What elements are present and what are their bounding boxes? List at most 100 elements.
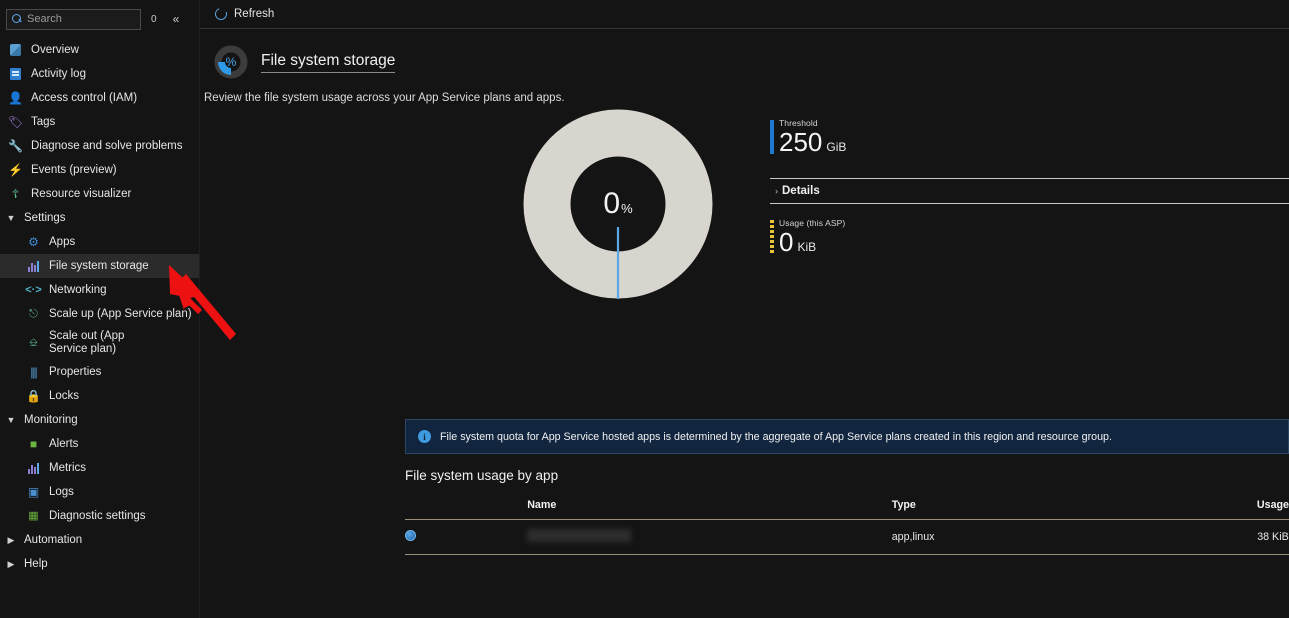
sidebar-item-label: Diagnostic settings [49,510,146,522]
sidebar-item-label: Resource visualizer [31,188,132,200]
chevron-right-icon: › [775,186,778,197]
sidebar-item-label: Diagnose and solve problems [31,140,183,152]
activity-log-icon [8,67,23,82]
sidebar-item-apps[interactable]: ⚙ Apps [0,230,199,254]
sidebar-item-resource-visualizer[interactable]: ☦ Resource visualizer [0,182,199,206]
sidebar-item-scale-out[interactable]: ⎒ Scale out (App Service plan) [0,326,199,360]
storage-donut-chart: 0 % [523,109,713,299]
metrics-icon [26,461,41,476]
refresh-label: Refresh [234,8,275,20]
sidebar-search-extra: 0 « [151,12,179,26]
resource-visualizer-icon: ☦ [11,187,20,201]
column-header-type[interactable]: Type [891,499,1257,520]
sidebar-item-label: Events (preview) [31,164,117,176]
sidebar-item-metrics[interactable]: Metrics [0,456,199,480]
sidebar-item-label: File system storage [49,260,149,272]
column-header-usage[interactable]: Usage [1256,499,1289,520]
sidebar-item-scale-up[interactable]: ⎋ Scale up (App Service plan) [0,302,199,326]
sidebar-item-label: Access control (IAM) [31,92,138,104]
lightning-bolt-icon: ⚡ [8,163,23,177]
diagnostic-settings-icon: ▦ [28,509,39,522]
app-icon [405,530,416,541]
networking-icon: <·> [25,283,42,296]
details-expander[interactable]: › Details [770,178,1289,205]
info-banner-text: File system quota for App Service hosted… [440,430,1112,443]
sidebar-item-label: Tags [31,116,56,128]
sidebar-item-overview[interactable]: Overview [0,38,199,62]
page-title-row: % File system storage [200,29,1289,79]
sidebar-group-help[interactable]: ▶ Help [0,552,199,576]
sidebar-item-activity-log[interactable]: Activity log [0,62,199,86]
sidebar-group-monitoring[interactable]: ▼ Monitoring [0,408,199,432]
sidebar-item-locks[interactable]: 🔒 Locks [0,384,199,408]
sidebar-item-file-system-storage[interactable]: File system storage [0,254,199,278]
collapse-sidebar-icon[interactable]: « [173,12,180,26]
logs-icon: ▣ [27,485,40,499]
search-input[interactable] [27,13,135,25]
command-bar: Refresh [200,0,1289,29]
sidebar-item-networking[interactable]: <·> Networking [0,278,199,302]
sidebar-item-properties[interactable]: ||| Properties [0,360,199,384]
usage-unit: KiB [797,240,817,255]
sidebar: 0 « Overview Activity log 👤 Access contr… [0,0,200,618]
usage-stat: Usage (this ASP) 0 KiB [770,218,1289,256]
sidebar-group-label: Help [24,558,48,570]
sidebar-item-events[interactable]: ⚡ Events (preview) [0,158,199,182]
page-title: File system storage [261,52,396,73]
threshold-unit: GiB [826,140,847,154]
sidebar-item-label: Overview [31,44,79,56]
chevron-down-icon: ▼ [6,213,16,223]
search-badge: 0 [151,13,157,25]
scale-out-icon: ⎒ [29,336,38,349]
refresh-icon [213,6,229,22]
sidebar-group-label: Automation [24,534,83,546]
column-header-name[interactable]: Name [527,499,892,520]
threshold-stat: Threshold 250 GiB [770,118,1289,156]
row-usage-cell: 38 KiB [1256,519,1289,555]
search-box[interactable] [6,8,141,30]
chevron-right-icon: ▶ [7,558,15,569]
sidebar-item-diagnose[interactable]: 🔧 Diagnose and solve problems [0,134,199,158]
table-header-row: Name Type Usage [405,499,1289,520]
svg-text:%: % [226,55,237,69]
sidebar-item-label: Alerts [49,438,79,450]
apps-icon: ⚙ [28,235,39,249]
threshold-value: 250 [779,127,823,157]
file-system-usage-table: Name Type Usage app,linux 38 KiB [405,499,1289,555]
sidebar-item-diagnostic-settings[interactable]: ▦ Diagnostic settings [0,504,199,528]
info-banner: i File system quota for App Service host… [405,419,1289,454]
sidebar-search-row: 0 « [0,8,199,30]
sidebar-item-label: Networking [49,284,107,296]
search-icon [12,14,22,24]
lock-icon: 🔒 [26,389,41,403]
row-name-cell[interactable] [527,519,892,555]
table-row[interactable]: app,linux 38 KiB [405,519,1289,555]
sidebar-item-label: Locks [49,390,80,402]
sidebar-item-alerts[interactable]: ■ Alerts [0,432,199,456]
row-type-cell: app,linux [891,519,1257,555]
stats-panel: Threshold 250 GiB › Details Usage (this … [770,104,1289,257]
sidebar-item-access-control[interactable]: 👤 Access control (IAM) [0,86,199,110]
sidebar-item-label: Apps [49,236,76,248]
refresh-button[interactable]: Refresh [209,5,280,23]
alerts-icon: ■ [29,437,38,451]
sidebar-item-tags[interactable]: 🏷 Tags [0,110,199,134]
sidebar-item-label: Logs [49,486,74,498]
sidebar-group-settings[interactable]: ▼ Settings [0,206,199,230]
sidebar-item-logs[interactable]: ▣ Logs [0,480,199,504]
usage-table-section: File system usage by app Name Type Usage [405,468,1289,555]
sidebar-group-automation[interactable]: ▶ Automation [0,528,199,552]
chevron-right-icon: ▶ [7,534,15,545]
sidebar-item-label: Activity log [31,68,86,80]
overview-icon [8,43,23,58]
sidebar-item-label: Scale up (App Service plan) [49,308,192,320]
row-app-icon-cell [405,519,528,555]
access-control-icon: 👤 [8,91,23,105]
column-header-icon[interactable] [405,499,528,520]
page-subtitle: Review the file system usage across your… [204,92,565,104]
chart-area: 0 % Threshold 250 GiB › Details Usage (t… [200,104,1289,359]
table-title: File system usage by app [405,468,559,483]
usage-value: 0 [779,227,794,258]
scale-up-icon: ⎋ [29,307,38,320]
main-content: Refresh % File system storage Review the… [200,0,1289,618]
